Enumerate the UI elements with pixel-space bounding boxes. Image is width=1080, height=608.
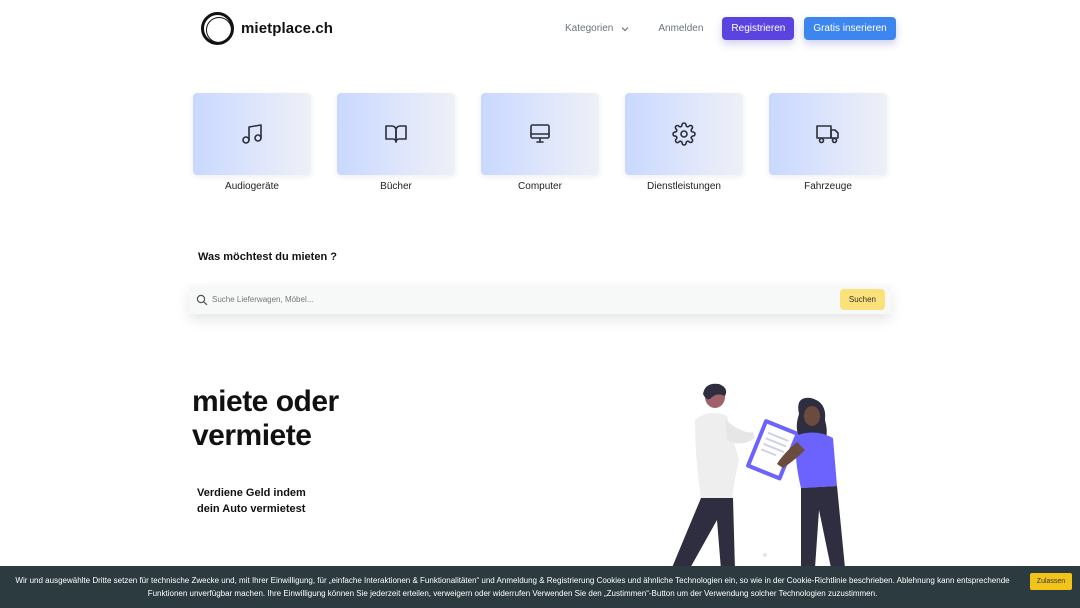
truck-icon xyxy=(816,125,839,144)
category-tile xyxy=(481,93,599,175)
main-nav: Kategorien Anmelden Registrieren Gratis … xyxy=(560,17,896,40)
category-grid: Audiogeräte Bücher Computer Dienstleistu… xyxy=(193,93,887,192)
category-label: Fahrzeuge xyxy=(804,181,852,192)
monitor-icon xyxy=(530,124,550,143)
people-exchange-illustration xyxy=(671,383,845,570)
category-tile xyxy=(337,93,455,175)
cookie-banner-text: Wir und ausgewählte Dritte setzen für te… xyxy=(15,576,1010,598)
logo-text: mietplace.ch xyxy=(241,20,334,37)
chevron-down-icon xyxy=(621,26,629,31)
hero-subtitle: Verdiene Geld indem dein Auto vermietest xyxy=(197,487,306,515)
category-computer[interactable]: Computer xyxy=(481,93,599,192)
category-tile xyxy=(625,93,743,175)
search-button[interactable]: Suchen xyxy=(839,289,885,310)
book-icon xyxy=(385,125,407,143)
category-audio[interactable]: Audiogeräte xyxy=(193,93,311,192)
cookie-banner: Wir und ausgewählte Dritte setzen für te… xyxy=(0,566,1080,608)
nav-categories-dropdown[interactable]: Kategorien xyxy=(565,23,630,34)
header: mietplace.ch Kategorien Anmelden Registr… xyxy=(0,0,1080,58)
category-vehicles[interactable]: Fahrzeuge xyxy=(769,93,887,192)
category-services[interactable]: Dienstleistungen xyxy=(625,93,743,192)
search-bar: Suchen xyxy=(189,285,891,314)
category-tile xyxy=(769,93,887,175)
category-books[interactable]: Bücher xyxy=(337,93,455,192)
search-icon xyxy=(196,294,208,305)
search-input[interactable] xyxy=(212,289,832,310)
search-heading: Was möchtest du mieten ? xyxy=(198,251,337,263)
login-link[interactable]: Anmelden xyxy=(658,23,703,34)
music-note-icon xyxy=(242,124,262,144)
insert-listing-button[interactable]: Gratis inserieren xyxy=(804,17,896,40)
hero-title: miete oder vermiete xyxy=(192,385,339,453)
gear-icon xyxy=(672,122,696,146)
register-button[interactable]: Registrieren xyxy=(722,17,795,40)
category-label: Audiogeräte xyxy=(225,181,279,192)
logo-icon xyxy=(201,12,234,45)
category-label: Bücher xyxy=(380,181,412,192)
hero-title-line1: miete oder xyxy=(192,385,339,418)
page: mietplace.ch Kategorien Anmelden Registr… xyxy=(0,0,1080,608)
logo[interactable]: mietplace.ch xyxy=(201,12,333,45)
category-label: Dienstleistungen xyxy=(647,181,721,192)
category-tile xyxy=(193,93,311,175)
category-label: Computer xyxy=(518,181,562,192)
hero-title-line2: vermiete xyxy=(192,419,312,452)
cookie-accept-button[interactable]: Zulassen xyxy=(1030,573,1072,590)
nav-categories-label: Kategorien xyxy=(565,23,614,34)
